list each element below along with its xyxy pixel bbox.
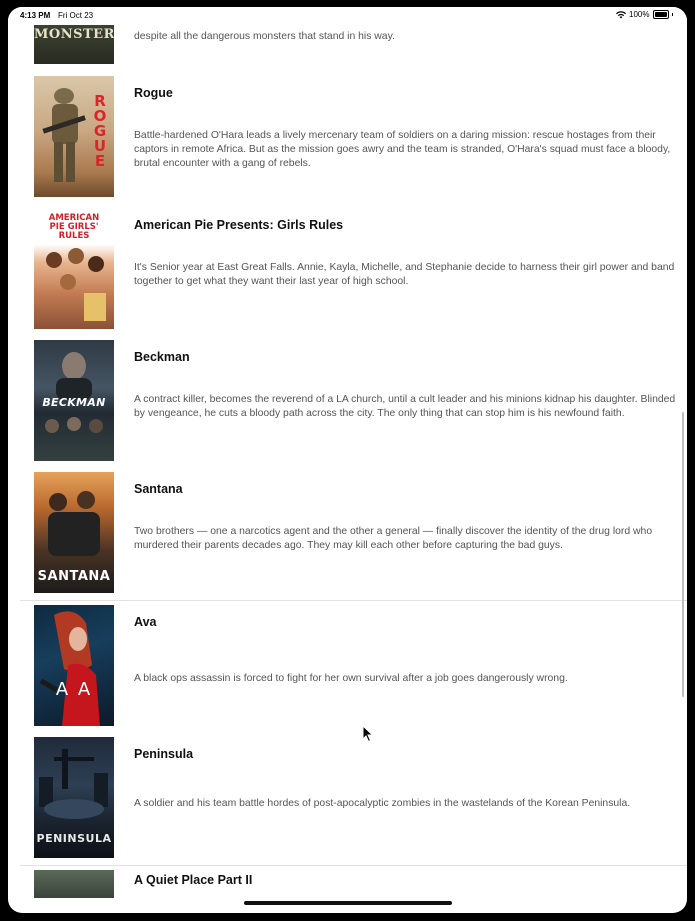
cast-figures (46, 248, 106, 321)
movie-description: A contract killer, becomes the reverend … (134, 394, 676, 419)
home-indicator[interactable] (244, 901, 452, 905)
battery-icon (652, 10, 669, 19)
poster-title: A A (55, 679, 93, 700)
movie-poster: BECKMAN (34, 340, 114, 461)
wifi-icon (616, 10, 627, 18)
movie-title: American Pie Presents: Girls Rules (134, 218, 344, 232)
movie-description: Battle-hardened O'Hara leads a lively me… (134, 130, 671, 169)
actor-portrait (39, 611, 100, 726)
movie-poster: ROGUE (34, 76, 114, 197)
battery-tip (671, 13, 673, 16)
movie-description: Two brothers — one a narcotics agent and… (134, 526, 653, 551)
movie-description: It's Senior year at East Great Falls. An… (134, 262, 675, 287)
movie-title: Beckman (134, 350, 190, 364)
app-window: 4:13 PM Fri Oct 23 100% MONSTERS despite… (8, 7, 687, 913)
list-item[interactable]: BECKMAN Beckman A contract killer, becom… (8, 340, 687, 472)
status-bar: 4:13 PM Fri Oct 23 100% (8, 7, 687, 25)
poster-title: MONSTERS (34, 27, 114, 42)
list-item[interactable]: AMERICAN PIE GIRLS' RULES American Pie P… (8, 208, 687, 340)
poster-title: SANTANA (37, 569, 111, 584)
movie-poster: A A (34, 605, 114, 726)
status-date: Fri Oct 23 (58, 11, 94, 20)
poster-title: BECKMAN (42, 396, 106, 409)
battery-percent: 100% (629, 10, 650, 19)
mouse-cursor-icon (362, 725, 374, 743)
poster-title: PENINSULA (36, 832, 112, 845)
movie-description: A soldier and his team battle hordes of … (134, 798, 631, 809)
movie-poster: SANTANA (34, 472, 114, 593)
status-time: 4:13 PM (20, 11, 51, 20)
poster-title: ROGUE (93, 92, 107, 170)
list-item[interactable]: A A Ava A black ops assassin is forced t… (8, 605, 687, 737)
movie-poster (34, 870, 114, 898)
movie-title: Ava (134, 615, 157, 629)
separator (20, 865, 687, 866)
movie-title: Peninsula (134, 747, 194, 761)
movie-poster: PENINSULA (34, 737, 114, 858)
movie-description: despite all the dangerous monsters that … (134, 31, 395, 42)
list-item[interactable]: SANTANA Santana Two brothers — one a nar… (8, 472, 687, 604)
movie-poster: AMERICAN PIE GIRLS' RULES (34, 208, 114, 329)
list-item[interactable]: A Quiet Place Part II (8, 870, 687, 913)
movie-title: Santana (134, 482, 183, 496)
movie-title: A Quiet Place Part II (134, 873, 253, 887)
list-item[interactable]: ROGUE Rogue Battle-hardened O'Hara leads… (8, 76, 687, 208)
separator (20, 600, 687, 601)
list-item[interactable]: PENINSULA Peninsula A soldier and his te… (8, 737, 687, 869)
status-right: 100% (616, 10, 673, 19)
movie-description: A black ops assassin is forced to fight … (134, 673, 568, 684)
movie-list[interactable]: MONSTERS despite all the dangerous monst… (8, 7, 687, 913)
movie-title: Rogue (134, 86, 173, 100)
scroll-indicator[interactable] (682, 412, 684, 697)
